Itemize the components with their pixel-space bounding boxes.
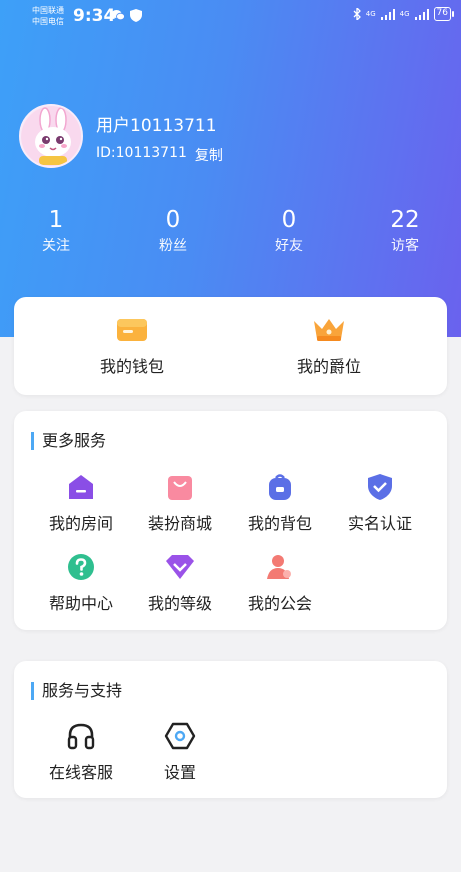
more-services-title: 更多服务 [31,432,106,450]
signal-group: 4G 4G 76 [353,7,455,21]
support-card: 服务与支持 在线客服 设置 [14,661,447,798]
settings-hexagon-icon [164,722,196,750]
backpack-label: 我的背包 [247,514,312,533]
avatar[interactable] [19,104,83,168]
online-support-button[interactable]: 在线客服 [36,721,126,783]
network-type-1: 4G [365,10,376,18]
my-backpack-button[interactable]: 我的背包 [235,472,325,534]
stats-row: 1 关注 0 粉丝 0 好友 22 访客 [0,205,461,265]
my-guild-button[interactable]: 我的公会 [235,552,325,614]
mall-label: 装扮商城 [147,514,212,533]
crown-icon [314,319,344,341]
my-level-button[interactable]: 我的等级 [135,552,225,614]
stat-value: 0 [165,207,181,233]
title-rank-label: 我的爵位 [296,357,361,376]
help-label: 帮助中心 [48,594,113,613]
diamond-level-icon [166,555,194,579]
stat-visitors[interactable]: 22 访客 [365,205,445,257]
copy-id-button[interactable]: 复制 [195,145,223,165]
wallet-label: 我的钱包 [99,357,164,376]
wechat-icon [111,10,125,21]
stat-label: 好友 [275,238,303,254]
my-wallet-button[interactable]: 我的钱包 [72,317,192,377]
shopping-bag-icon [168,476,192,500]
dress-up-mall-button[interactable]: 装扮商城 [135,472,225,534]
user-id-row: ID:10113711 复制 [96,145,223,165]
stat-following[interactable]: 1 关注 [16,205,96,257]
signal-bars-2-icon [414,8,429,20]
shield-status-icon [130,9,142,22]
level-label: 我的等级 [147,594,212,613]
room-label: 我的房间 [48,514,113,533]
status-bar: 中国联通 中国电信 9:34 4G 4G 76 [0,0,461,34]
username: 用户10113711 [96,116,217,136]
stat-value: 0 [281,207,297,233]
stat-label: 粉丝 [159,238,187,254]
support-title: 服务与支持 [31,682,122,700]
headset-icon [67,723,95,750]
stat-fans[interactable]: 0 粉丝 [133,205,213,257]
shield-check-icon [368,474,392,500]
settings-label: 设置 [163,763,196,782]
carrier-labels: 中国联通 中国电信 [32,5,64,27]
help-center-button[interactable]: 帮助中心 [36,552,126,614]
my-room-button[interactable]: 我的房间 [36,472,126,534]
room-icon [69,475,93,499]
online-support-label: 在线客服 [48,763,113,782]
battery-indicator: 76 [433,7,455,21]
stat-friends[interactable]: 0 好友 [249,205,329,257]
settings-button[interactable]: 设置 [135,721,225,783]
backpack-icon [269,474,291,500]
carrier-2: 中国电信 [32,17,64,26]
carrier-1: 中国联通 [32,6,64,15]
bluetooth-icon [353,8,361,20]
stat-value: 22 [390,207,420,233]
stat-label: 访客 [391,238,419,254]
auth-label: 实名认证 [347,514,412,533]
network-type-2: 4G [399,10,410,18]
wallet-icon [117,319,147,341]
stat-value: 1 [48,207,64,233]
stat-label: 关注 [42,238,70,254]
guild-icon [267,555,291,579]
status-time: 9:34 [73,6,116,26]
user-id: ID:10113711 [96,145,187,161]
my-title-button[interactable]: 我的爵位 [269,317,389,377]
guild-label: 我的公会 [247,594,312,613]
real-name-auth-button[interactable]: 实名认证 [335,472,425,534]
profile-header-background [0,0,461,337]
signal-bars-1-icon [380,8,395,20]
help-icon [68,554,94,580]
wallet-card: 我的钱包 我的爵位 [14,297,447,395]
more-services-card: 更多服务 我的房间 装扮商城 我的背包 实名认证 帮助中心 我的等级 我的公会 [14,411,447,630]
